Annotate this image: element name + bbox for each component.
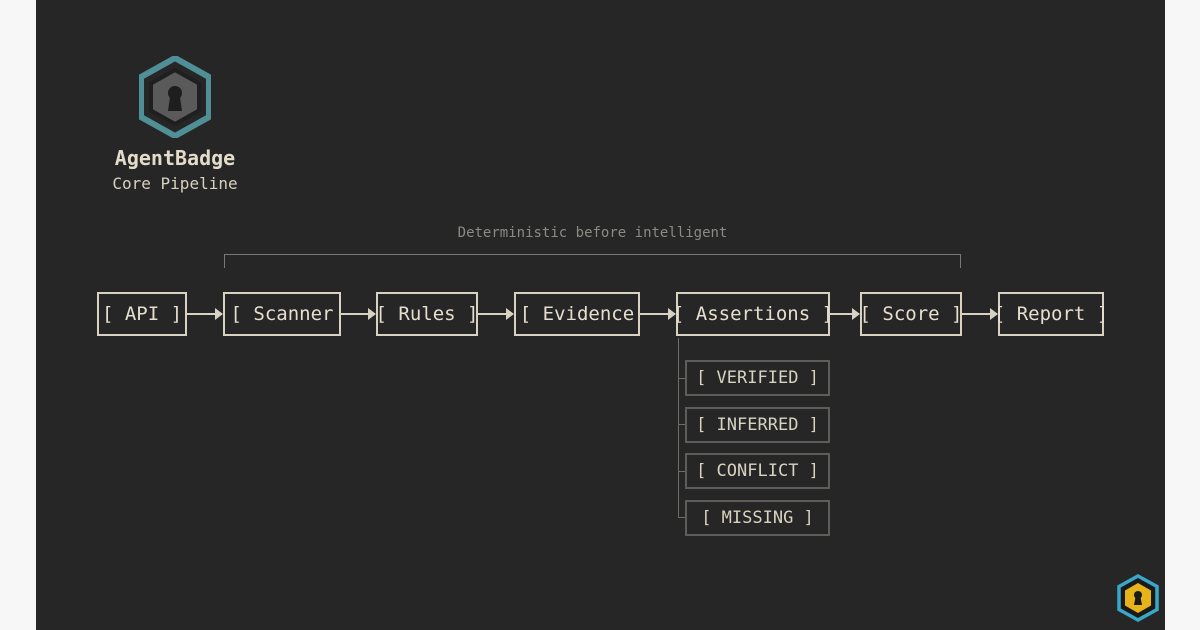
node-assertions: [ Assertions ] bbox=[673, 292, 833, 336]
node-rules: [ Rules ] bbox=[376, 292, 478, 336]
arrow-assertions-score bbox=[830, 308, 860, 320]
shield-keyhole-icon bbox=[139, 56, 211, 138]
shield-keyhole-icon bbox=[1117, 574, 1159, 622]
state-missing: [ MISSING ] bbox=[685, 500, 830, 536]
arrow-evidence-assertions bbox=[640, 308, 676, 320]
arrow-rules-evidence bbox=[478, 308, 514, 320]
node-scanner: [ Scanner bbox=[223, 292, 341, 336]
arrow-score-report bbox=[962, 308, 998, 320]
state-inferred: [ INFERRED ] bbox=[685, 407, 830, 443]
state-verified: [ VERIFIED ] bbox=[685, 360, 830, 396]
brand-name: AgentBadge bbox=[114, 146, 236, 170]
arrow-scanner-rules bbox=[341, 308, 376, 320]
brand-subtitle: Core Pipeline bbox=[112, 174, 238, 193]
node-report: [ Report ] bbox=[994, 292, 1108, 336]
annotation-label: Deterministic before intelligent bbox=[457, 225, 728, 241]
assertion-tree-trunk bbox=[678, 338, 679, 518]
state-conflict: [ CONFLICT ] bbox=[685, 453, 830, 489]
corner-badge bbox=[1117, 574, 1159, 626]
node-score: [ Score ] bbox=[860, 292, 962, 336]
node-api: [ API ] bbox=[97, 292, 187, 336]
annotation-bracket bbox=[224, 254, 961, 268]
brand-logo: AgentBadge Core Pipeline bbox=[105, 56, 245, 193]
arrow-api-scanner bbox=[187, 308, 223, 320]
node-evidence: [ Evidence bbox=[514, 292, 640, 336]
